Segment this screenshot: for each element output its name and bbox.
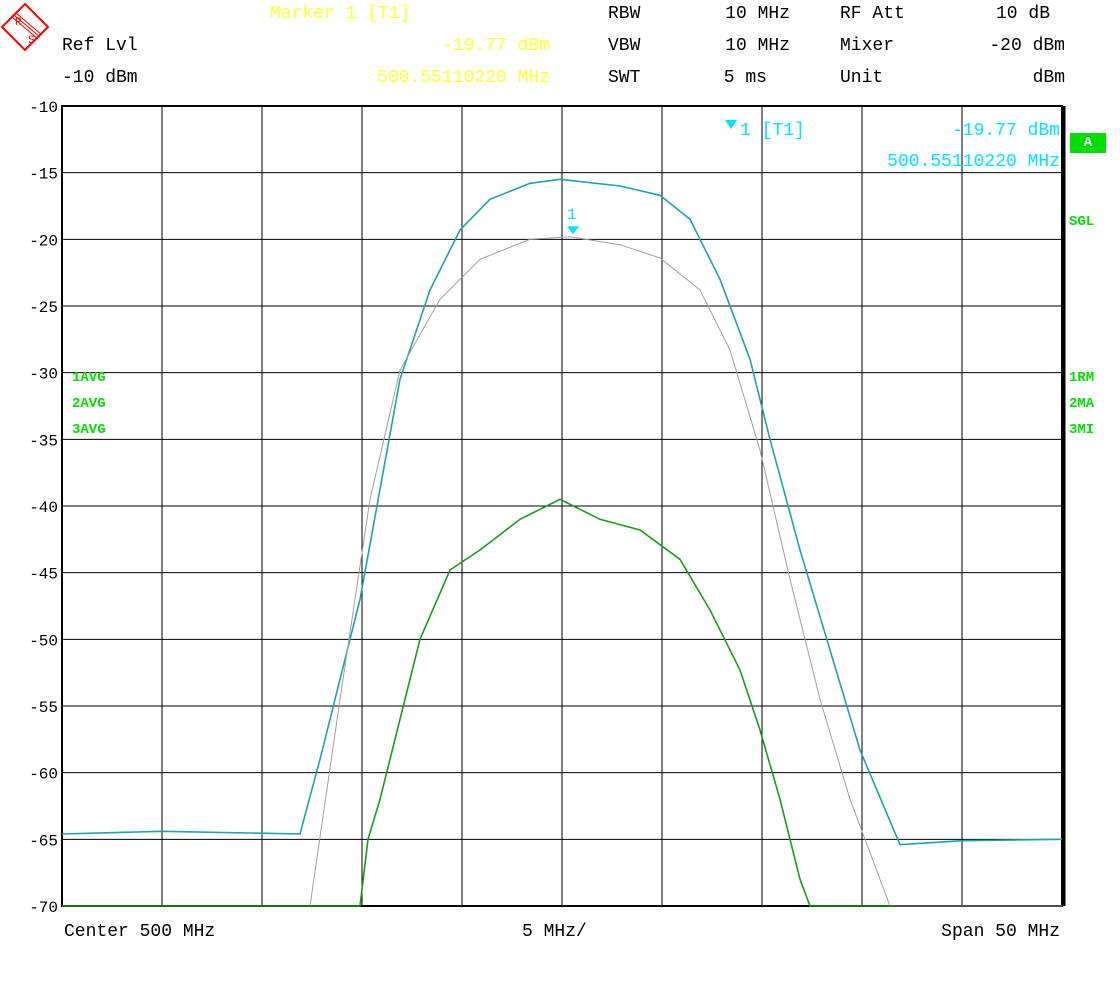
- vbw-value: 10 MHz: [725, 36, 790, 56]
- y-tick-label: -65: [29, 832, 58, 850]
- svg-text:S: S: [28, 35, 35, 47]
- unit-label: Unit: [840, 68, 884, 88]
- y-tick-label: -40: [29, 499, 58, 517]
- y-tick-label: -35: [29, 432, 58, 450]
- swt-label: SWT: [608, 68, 641, 88]
- marker-freq: 500.55110220 MHz: [377, 68, 550, 88]
- rbw-value: 10 MHz: [725, 4, 790, 24]
- plot-marker-label: 1 [T1]: [740, 121, 805, 141]
- center-freq: Center 500 MHz: [64, 922, 216, 942]
- vbw-label: VBW: [608, 36, 641, 56]
- trace-a-badge: A: [1070, 133, 1106, 153]
- svg-text:R: R: [15, 17, 22, 29]
- freq-per-div: 5 MHz/: [522, 922, 587, 942]
- trace-3MI: [62, 498, 890, 907]
- y-tick-label: -25: [29, 299, 58, 317]
- rs-logo: R S: [0, 2, 50, 52]
- rf-att-value: 10 dB: [995, 4, 1050, 24]
- swt-value: 5 ms: [723, 68, 767, 88]
- trace3-mode-left: 3AVG: [72, 422, 106, 438]
- y-tick-label: -10: [29, 99, 58, 117]
- ref-lvl-value: -10 dBm: [62, 68, 138, 88]
- y-tick-label: -15: [29, 166, 58, 184]
- rbw-label: RBW: [608, 4, 641, 24]
- marker-triangle-icon: [567, 226, 580, 235]
- marker-number: 1: [567, 206, 577, 224]
- plot-marker-level: -19.77 dBm: [951, 121, 1060, 141]
- spectrum-plot: R S -10 -15 -20 -25 -30 -35 -40 -45 -50 -55 -60 -65…: [0, 2, 1066, 917]
- y-tick-label: -70: [29, 899, 58, 917]
- y-tick-label: -30: [29, 366, 58, 384]
- mixer-value: -20 dBm: [989, 36, 1065, 56]
- trace2-mode-right: 2MA: [1069, 396, 1095, 412]
- y-tick-label: -45: [29, 566, 58, 584]
- ref-lvl-label: Ref Lvl: [62, 36, 138, 56]
- mixer-label: Mixer: [840, 36, 895, 56]
- y-tick-label: -55: [29, 699, 58, 717]
- marker-info-triangle-icon: [725, 120, 737, 129]
- sgl-label: SGL: [1069, 214, 1095, 230]
- trace3-mode-right: 3MI: [1069, 422, 1095, 438]
- y-tick-label: -50: [29, 632, 58, 650]
- trace2-mode-left: 2AVG: [72, 396, 106, 412]
- unit-value: dBm: [1032, 68, 1065, 88]
- y-tick-label: -20: [29, 232, 58, 250]
- plot-marker-freq: 500.55110220 MHz: [887, 152, 1060, 172]
- rf-att-label: RF Att: [840, 4, 905, 24]
- trace1-mode-right: 1RM: [1069, 370, 1095, 386]
- marker-level: -19.77 dBm: [441, 36, 550, 56]
- span: Span 50 MHz: [941, 922, 1060, 942]
- trace1-mode-left: 1AVG: [72, 370, 106, 386]
- marker-title: Marker 1 [T1]: [270, 4, 411, 24]
- y-tick-label: -60: [29, 766, 58, 784]
